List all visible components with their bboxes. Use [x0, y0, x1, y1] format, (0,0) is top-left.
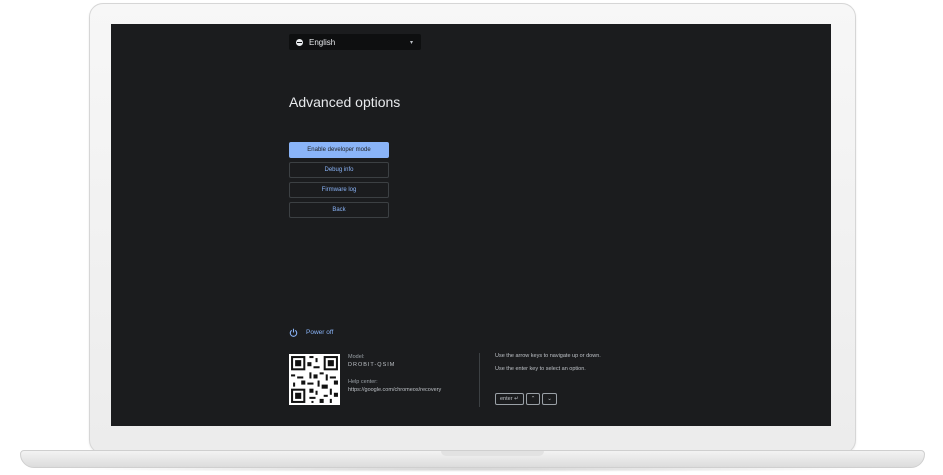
chevron-down-icon: ▾ — [409, 39, 413, 46]
firmware-log-button[interactable]: Firmware log — [289, 182, 389, 198]
enable-developer-mode-button[interactable]: Enable developer mode — [289, 142, 389, 158]
recovery-screen: English ▾ Advanced options Enable develo… — [111, 24, 831, 426]
navigate-hint: Use the arrow keys to navigate up or dow… — [495, 353, 601, 359]
debug-info-button[interactable]: Debug info — [289, 162, 389, 178]
language-selector[interactable]: English ▾ — [289, 34, 421, 50]
page-title: Advanced options — [289, 94, 401, 110]
device-info: Model: DROBIT-QSIM Help center: https://… — [348, 353, 441, 394]
select-hint: Use the enter key to select an option. — [495, 366, 586, 372]
laptop-base — [20, 450, 925, 468]
help-center-label: Help center: — [348, 379, 378, 385]
up-arrow-key-icon: ⌃ — [525, 393, 541, 405]
power-off-button[interactable]: Power off — [289, 328, 333, 337]
laptop-base-notch — [441, 451, 544, 456]
help-center-url: https://google.com/chromeos/recovery — [348, 387, 442, 393]
down-arrow-key-icon: ⌄ — [542, 393, 557, 405]
qr-code — [289, 354, 340, 405]
power-off-label: Power off — [306, 329, 334, 336]
back-button[interactable]: Back — [289, 202, 389, 218]
model-value: DROBIT-QSIM — [348, 362, 396, 368]
enter-key-icon: enter ↵ — [495, 393, 524, 405]
power-icon — [289, 328, 298, 337]
footer-divider — [479, 353, 480, 407]
language-label: English — [309, 37, 336, 47]
key-hints: enter ↵ ⌃ ⌄ — [495, 393, 557, 405]
model-label: Model: — [348, 354, 365, 360]
globe-icon — [296, 38, 303, 46]
